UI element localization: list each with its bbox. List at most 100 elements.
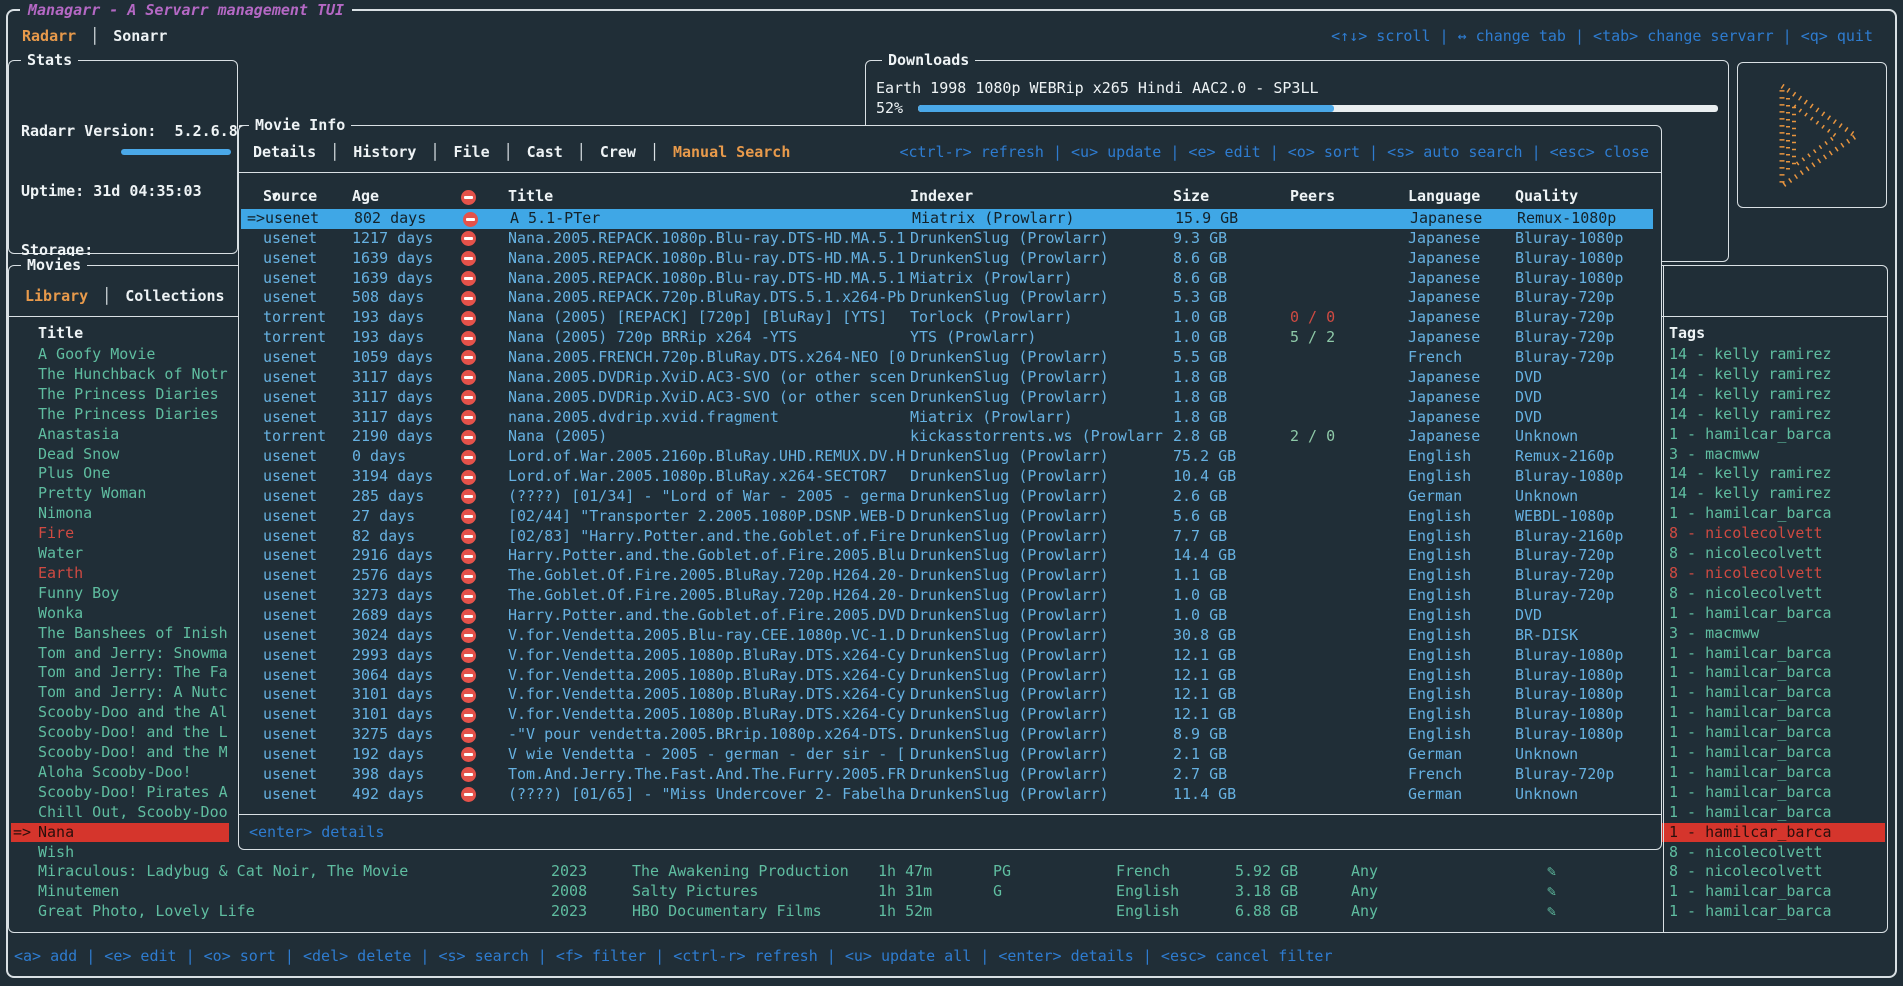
movie-tag: 8 - nicolecolvett — [1669, 862, 1823, 882]
result-indexer: DrunkenSlug (Prowlarr) — [910, 368, 1109, 388]
search-result-row[interactable]: torrent193 daysNana (2005) [REPACK] [720… — [239, 308, 1661, 328]
movie-year: 2023 — [551, 862, 587, 882]
edit-pencil-icon[interactable]: ✎ — [1547, 882, 1556, 902]
movie-tag: 1 - hamilcar_barca — [1669, 902, 1832, 922]
result-language: German — [1408, 785, 1462, 805]
result-age: 3273 days — [352, 586, 433, 606]
result-age: 2689 days — [352, 606, 433, 626]
search-result-row[interactable]: torrent2190 daysNana (2005)kickasstorren… — [239, 427, 1661, 447]
result-size: 8.9 GB — [1173, 725, 1227, 745]
result-indexer: DrunkenSlug (Prowlarr) — [910, 725, 1109, 745]
result-age: 1639 days — [352, 249, 433, 269]
movie-tag: 1 - hamilcar_barca — [1669, 882, 1832, 902]
search-result-row[interactable]: usenet3117 daysnana.2005.dvdrip.xvid.fra… — [239, 408, 1661, 428]
result-size: 1.8 GB — [1173, 408, 1227, 428]
result-source: usenet — [263, 447, 317, 467]
rejected-icon — [461, 489, 476, 504]
result-quality: Unknown — [1515, 785, 1578, 805]
result-title: [02/44] "Transporter 2.2005.1080P.DSNP.W… — [508, 507, 905, 527]
rejected-icon — [461, 390, 476, 405]
result-indexer: DrunkenSlug (Prowlarr) — [910, 348, 1109, 368]
result-title: Nana.2005.REPACK.720p.BluRay.DTS.5.1.x26… — [508, 288, 905, 308]
movie-title: Dead Snow — [38, 445, 119, 465]
tab-sonarr[interactable]: Sonarr — [113, 27, 167, 45]
search-result-row[interactable]: usenet192 daysV wie Vendetta - 2005 - ge… — [239, 745, 1661, 765]
result-size: 5.3 GB — [1173, 288, 1227, 308]
search-result-row[interactable]: usenet1217 daysNana.2005.REPACK.1080p.Bl… — [239, 229, 1661, 249]
search-result-row[interactable]: usenet508 daysNana.2005.REPACK.720p.BluR… — [239, 288, 1661, 308]
search-result-row[interactable]: usenet3117 daysNana.2005.DVDRip.XviD.AC3… — [239, 388, 1661, 408]
movie-title: Earth — [38, 564, 83, 584]
search-result-row[interactable]: usenet492 days(????) [01/65] - "Miss Und… — [239, 785, 1661, 805]
search-result-row[interactable]: usenet2993 daysV.for.Vendetta.2005.1080p… — [239, 646, 1661, 666]
search-result-row[interactable]: usenet2689 daysHarry.Potter.and.the.Gobl… — [239, 606, 1661, 626]
result-source: usenet — [263, 467, 317, 487]
result-source: usenet — [263, 586, 317, 606]
movie-tag: 8 - nicolecolvett — [1669, 544, 1823, 564]
movie-title: The Banshees of Inish — [38, 624, 228, 644]
search-result-row[interactable]: usenet3194 daysLord.of.War.2005.1080p.Bl… — [239, 467, 1661, 487]
result-size: 2.8 GB — [1173, 427, 1227, 447]
movie-tag: 3 - macmww — [1669, 624, 1759, 644]
download-progress-fill — [918, 105, 1334, 112]
result-age: 27 days — [352, 507, 415, 527]
movie-title: Tom and Jerry: The Fa — [38, 663, 228, 683]
rejected-icon — [461, 609, 476, 624]
rejected-icon — [461, 787, 476, 802]
result-language: Japanese — [1408, 308, 1480, 328]
library-row[interactable]: Great Photo, Lovely Life2023HBO Document… — [9, 902, 1887, 922]
result-size: 1.0 GB — [1173, 586, 1227, 606]
search-result-row[interactable]: usenet3275 days-"V pour vendetta.2005.BR… — [239, 725, 1661, 745]
result-source: usenet — [263, 785, 317, 805]
result-size: 1.8 GB — [1173, 388, 1227, 408]
search-result-row[interactable]: usenet2916 daysHarry.Potter.and.the.Gobl… — [239, 546, 1661, 566]
edit-pencil-icon[interactable]: ✎ — [1547, 862, 1556, 882]
search-result-row[interactable]: usenet2576 daysThe.Goblet.Of.Fire.2005.B… — [239, 566, 1661, 586]
search-result-row[interactable]: usenet3064 daysV.for.Vendetta.2005.1080p… — [239, 666, 1661, 686]
search-result-row[interactable]: usenet285 days(????) [01/34] - "Lord of … — [239, 487, 1661, 507]
tab-radarr[interactable]: Radarr — [22, 27, 76, 45]
search-result-row[interactable]: usenet82 days[02/83] "Harry.Potter.and.t… — [239, 527, 1661, 547]
rejected-icon — [461, 529, 476, 544]
rejected-icon — [461, 370, 476, 385]
search-result-row[interactable]: usenet1639 daysNana.2005.REPACK.1080p.Bl… — [239, 269, 1661, 289]
result-language: English — [1408, 685, 1471, 705]
result-size: 1.8 GB — [1173, 368, 1227, 388]
result-age: 3117 days — [352, 388, 433, 408]
search-result-row[interactable]: =>usenet802 daysA 5.1-PTerMiatrix (Prowl… — [241, 209, 1653, 229]
search-result-row[interactable]: usenet27 days[02/44] "Transporter 2.2005… — [239, 507, 1661, 527]
result-age: 2916 days — [352, 546, 433, 566]
result-title: -"V pour vendetta.2005.BRrip.1080p.x264-… — [508, 725, 905, 745]
search-result-row[interactable]: usenet1059 daysNana.2005.FRENCH.720p.Blu… — [239, 348, 1661, 368]
search-result-row[interactable]: usenet3117 daysNana.2005.DVDRip.XviD.AC3… — [239, 368, 1661, 388]
result-quality: Bluray-2160p — [1515, 527, 1623, 547]
result-quality: Bluray-1080p — [1515, 249, 1623, 269]
search-result-row[interactable]: torrent193 daysNana (2005) 720p BRRip x2… — [239, 328, 1661, 348]
search-result-row[interactable]: usenet3101 daysV.for.Vendetta.2005.1080p… — [239, 685, 1661, 705]
library-row[interactable]: Minutemen2008Salty Pictures1h 31mGEnglis… — [9, 882, 1887, 902]
result-quality: DVD — [1515, 368, 1542, 388]
movie-title: Aloha Scooby-Doo! — [38, 763, 192, 783]
result-indexer: DrunkenSlug (Prowlarr) — [910, 566, 1109, 586]
result-language: English — [1408, 725, 1471, 745]
result-indexer: DrunkenSlug (Prowlarr) — [910, 249, 1109, 269]
search-result-row[interactable]: usenet0 daysLord.of.War.2005.2160p.BluRa… — [239, 447, 1661, 467]
library-row[interactable]: Miraculous: Ladybug & Cat Noir, The Movi… — [9, 862, 1887, 882]
result-indexer: Miatrix (Prowlarr) — [910, 408, 1073, 428]
result-source: usenet — [263, 348, 317, 368]
result-age: 3194 days — [352, 467, 433, 487]
search-result-row[interactable]: usenet3024 daysV.for.Vendetta.2005.Blu-r… — [239, 626, 1661, 646]
edit-pencil-icon[interactable]: ✎ — [1547, 902, 1556, 922]
result-age: 508 days — [352, 288, 424, 308]
search-result-row[interactable]: usenet3101 daysV.for.Vendetta.2005.1080p… — [239, 705, 1661, 725]
result-size: 8.6 GB — [1173, 269, 1227, 289]
search-result-row[interactable]: usenet398 daysTom.And.Jerry.The.Fast.And… — [239, 765, 1661, 785]
search-result-row[interactable]: usenet3273 daysThe.Goblet.Of.Fire.2005.B… — [239, 586, 1661, 606]
movie-size: 6.88 GB — [1235, 902, 1298, 922]
result-title: Harry.Potter.and.the.Goblet.of.Fire.2005… — [508, 546, 905, 566]
result-language: Japanese — [1408, 328, 1480, 348]
result-indexer: DrunkenSlug (Prowlarr) — [910, 646, 1109, 666]
movie-tag: 8 - nicolecolvett — [1669, 524, 1823, 544]
search-result-row[interactable]: usenet1639 daysNana.2005.REPACK.1080p.Bl… — [239, 249, 1661, 269]
movie-title: Plus One — [38, 464, 110, 484]
